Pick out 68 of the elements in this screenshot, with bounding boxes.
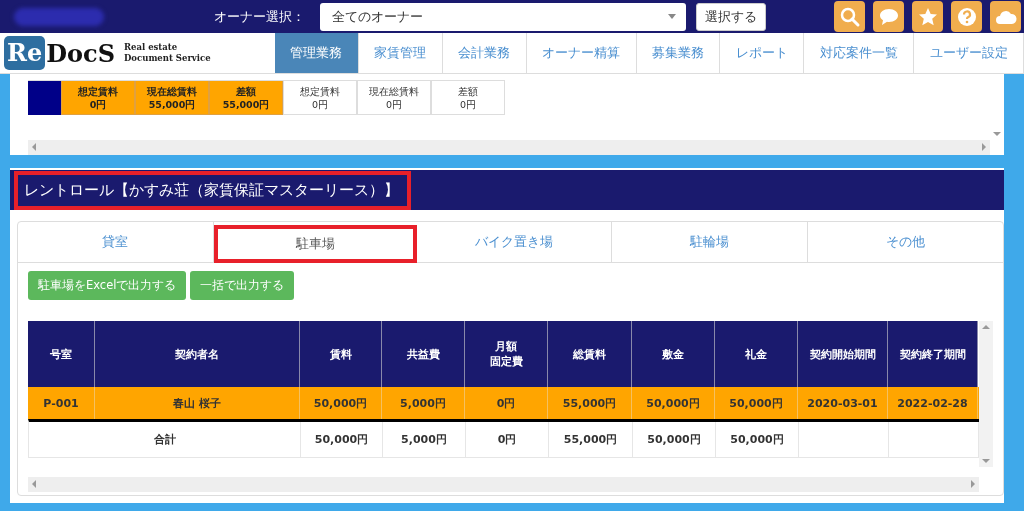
table-cell: 春山 桜子 (95, 387, 300, 419)
summary-cell: 想定賃料 0円 (61, 81, 135, 115)
table-cell: 50,000円 (633, 422, 716, 457)
select-button[interactable]: 選択する (696, 2, 766, 31)
caret-icon (668, 14, 676, 19)
horizontal-scrollbar[interactable] (28, 477, 979, 492)
total-label: 合計 (29, 422, 301, 457)
section-title: レントロール【かすみ荘（家賃保証マスターリース）】 (14, 170, 411, 210)
table-cell: 2020-03-01 (798, 387, 888, 419)
tab[interactable]: 駐輪場 (612, 222, 809, 262)
table-cell: 50,000円 (300, 387, 382, 419)
search-button[interactable] (834, 1, 865, 32)
table-cell: 5,000円 (382, 387, 465, 419)
column-header: 月額 固定費 (465, 321, 548, 387)
nav-tab[interactable]: ユーザー設定 (914, 33, 1024, 73)
search-icon (838, 5, 861, 28)
table-cell: 0円 (466, 422, 549, 457)
table-cell: 0円 (465, 387, 548, 419)
help-button[interactable] (951, 1, 982, 32)
nav-tab[interactable]: 対応案件一覧 (804, 33, 915, 73)
owner-select-label: オーナー選択： (214, 7, 306, 26)
table-row[interactable]: P-001 春山 桜子 50,000円 5,000円 0円 55,000円 50,000円 50,000円 2020-03-01 2022-02-28 (28, 387, 979, 419)
column-header: 号室 (28, 321, 95, 387)
table-cell: 55,000円 (548, 387, 632, 419)
nav-tab[interactable]: レポート (720, 33, 805, 73)
column-header: 契約開始期間 (798, 321, 888, 387)
column-header: 礼金 (715, 321, 798, 387)
table-cell: 5,000円 (383, 422, 466, 457)
column-header: 共益費 (382, 321, 465, 387)
export-button[interactable]: 一括で出力する (190, 271, 295, 300)
summary-cell: 現在総賃料 0円 (357, 81, 431, 115)
table-cell: 55,000円 (549, 422, 633, 457)
export-button[interactable]: 駐車場をExcelで出力する (28, 271, 187, 300)
column-header: 契約終了期間 (888, 321, 978, 387)
column-header: 総賃料 (548, 321, 632, 387)
table-cell: 50,000円 (301, 422, 383, 457)
nav-tab[interactable]: 家賃管理 (358, 33, 443, 73)
question-icon (955, 5, 978, 28)
nav-tab[interactable]: 管理業務 (275, 33, 359, 73)
horizontal-scrollbar[interactable] (28, 140, 990, 155)
column-header: 賃料 (300, 321, 382, 387)
logo-mark: Re (4, 36, 46, 70)
tab[interactable]: 貸室 (18, 222, 214, 262)
logo-tagline: Document Service (124, 53, 211, 64)
summary-cell: 想定賃料 0円 (283, 81, 357, 115)
table-cell: 50,000円 (632, 387, 715, 419)
tab[interactable]: バイク置き場 (416, 222, 613, 262)
table-cell: P-001 (28, 387, 95, 419)
table-cell: 50,000円 (715, 387, 798, 419)
nav-tab[interactable]: オーナー精算 (526, 33, 637, 73)
summary-cell: 差額 0円 (431, 81, 505, 115)
tab[interactable]: その他 (808, 222, 1003, 262)
table-cell: 2022-02-28 (888, 387, 978, 419)
chat-button[interactable] (873, 1, 904, 32)
table-cell: 50,000円 (716, 422, 799, 457)
cloud-button[interactable] (990, 1, 1021, 32)
nav-tab[interactable]: 会計業務 (442, 33, 527, 73)
summary-cell: 差額 55,000円 (209, 81, 283, 115)
column-header: 契約者名 (95, 321, 300, 387)
logo-tagline: Real estate (124, 42, 179, 53)
table-cell (28, 81, 61, 115)
favorites-button[interactable] (912, 1, 943, 32)
column-header: 敷金 (632, 321, 715, 387)
logo-name: DocS (46, 38, 115, 68)
owner-select[interactable]: 全てのオーナー (320, 2, 686, 31)
nav-tab[interactable]: 募集業務 (636, 33, 721, 73)
tab[interactable]: 駐車場 (213, 225, 417, 263)
summary-cell: 現在総賃料 55,000円 (135, 81, 209, 115)
